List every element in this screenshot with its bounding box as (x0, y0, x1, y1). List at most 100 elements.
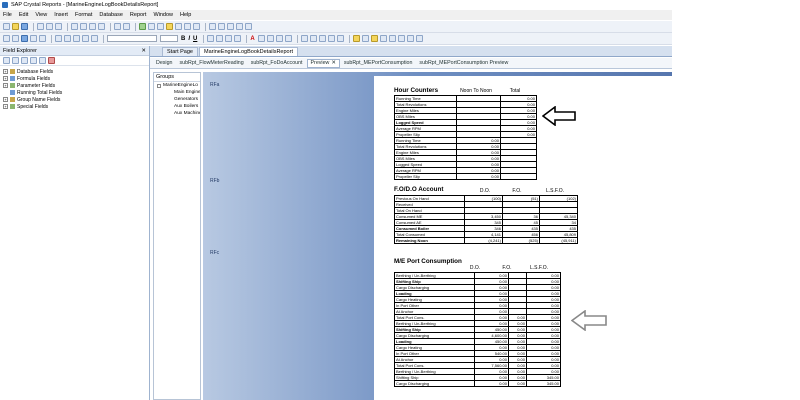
insert-summary-icon[interactable] (148, 23, 155, 30)
menu-format[interactable]: Format (75, 12, 92, 18)
next-page-icon[interactable] (73, 35, 80, 42)
browse-data-icon[interactable] (12, 57, 19, 64)
highlight-icon[interactable] (352, 35, 360, 42)
align-center-icon[interactable] (216, 35, 224, 42)
insert-box-icon[interactable] (193, 23, 200, 30)
copy-icon[interactable] (80, 23, 87, 30)
insert-chart-icon[interactable] (157, 23, 164, 30)
report-explorer-icon[interactable] (218, 23, 225, 30)
rename-field-icon[interactable] (39, 57, 46, 64)
delete-field-icon[interactable] (48, 57, 55, 64)
percent-icon[interactable] (318, 35, 326, 42)
insert-to-report-icon[interactable] (3, 57, 10, 64)
section-expert-icon[interactable] (397, 35, 405, 42)
tab-subreport-flow-meter[interactable]: subRpt_FlowMeterReading (177, 59, 247, 68)
menu-view[interactable]: View (35, 12, 47, 18)
increase-decimals-icon[interactable] (336, 35, 344, 42)
thousands-icon[interactable] (309, 35, 317, 42)
group-expert-icon[interactable] (379, 35, 387, 42)
select-icon[interactable] (3, 35, 10, 42)
menu-window[interactable]: Window (153, 12, 173, 18)
tree-item-special-fields[interactable]: + Special Fields (3, 103, 149, 110)
font-size-combo[interactable] (160, 35, 178, 42)
undo-icon[interactable] (114, 23, 121, 30)
toggle-tree-icon[interactable] (21, 35, 28, 42)
template-expert-icon[interactable] (406, 35, 414, 42)
collapse-icon[interactable] (157, 83, 161, 88)
last-page-icon[interactable] (82, 35, 89, 42)
currency-icon[interactable] (300, 35, 308, 42)
align-right-icon[interactable] (225, 35, 233, 42)
close-icon[interactable]: ✕ (331, 60, 335, 66)
tree-item-parameter-fields[interactable]: + Parameter Fields (3, 82, 149, 89)
sort-expert-icon[interactable] (370, 35, 378, 42)
previous-page-icon[interactable] (64, 35, 71, 42)
redo-icon[interactable] (123, 23, 130, 30)
formula-workshop-icon[interactable] (388, 35, 396, 42)
expand-icon[interactable]: + (3, 104, 8, 109)
group-tree-item[interactable]: Aux Machinery (154, 110, 200, 117)
save-icon[interactable] (21, 23, 28, 30)
align-left-icon[interactable] (207, 35, 215, 42)
expand-icon[interactable]: + (3, 69, 8, 74)
tab-report-document[interactable]: MarineEngineLogBookDetailsReport (199, 47, 298, 56)
suppress-icon[interactable] (284, 35, 292, 42)
border-icon[interactable] (257, 35, 265, 42)
insert-group-icon[interactable] (139, 23, 146, 30)
group-tree-item[interactable]: Main Engine (154, 89, 200, 96)
edit-field-icon[interactable] (30, 57, 37, 64)
menu-file[interactable]: File (3, 12, 12, 18)
refresh-icon[interactable] (12, 35, 19, 42)
tab-subreport-fodo-account[interactable]: subRpt_FoDoAccount (248, 59, 306, 68)
zoom-icon[interactable] (39, 35, 46, 42)
tab-start-page[interactable]: Start Page (162, 47, 198, 56)
bold-icon[interactable]: B (181, 36, 185, 42)
select-expert-icon[interactable] (361, 35, 369, 42)
tab-subreport-me-port-preview[interactable]: subRpt_MEPortConsumption Preview (416, 59, 511, 68)
close-icon[interactable]: ✕ (141, 48, 146, 54)
font-color-icon[interactable]: A (250, 36, 254, 42)
new-report-icon[interactable] (3, 23, 10, 30)
group-tree-item[interactable]: Aux Boilers (154, 103, 200, 110)
tree-item-running-total-fields[interactable]: Running Total Fields (3, 89, 149, 96)
decrease-decimals-icon[interactable] (327, 35, 335, 42)
format-painter-icon[interactable] (98, 23, 105, 30)
repository-explorer-icon[interactable] (227, 23, 234, 30)
menu-help[interactable]: Help (180, 12, 191, 18)
export-icon[interactable] (55, 23, 62, 30)
tab-design[interactable]: Design (153, 59, 176, 68)
tree-item-group-name-fields[interactable]: + Group Name Fields (3, 96, 149, 103)
stop-icon[interactable] (91, 35, 98, 42)
cut-icon[interactable] (71, 23, 78, 30)
tab-preview[interactable]: Preview ✕ (306, 58, 340, 68)
insert-text-object-icon[interactable] (175, 23, 182, 30)
open-folder-icon[interactable] (12, 23, 19, 30)
paste-icon[interactable] (89, 23, 96, 30)
insert-picture-icon[interactable] (166, 23, 173, 30)
expand-icon[interactable]: + (3, 83, 8, 88)
lock-size-icon[interactable] (275, 35, 283, 42)
tab-subreport-me-port[interactable]: subRpt_MEPortConsumption (341, 59, 416, 68)
tree-item-formula-fields[interactable]: + Formula Fields (3, 75, 149, 82)
justify-icon[interactable] (234, 35, 242, 42)
menu-edit[interactable]: Edit (19, 12, 28, 18)
dependency-checker-icon[interactable] (236, 23, 243, 30)
underline-icon[interactable]: U (193, 36, 197, 42)
group-tree-item[interactable]: Generators (154, 96, 200, 103)
toggle-field-view-icon[interactable] (30, 35, 37, 42)
tree-item-database-fields[interactable]: + Database Fields (3, 68, 149, 75)
menu-report[interactable]: Report (130, 12, 147, 18)
expand-icon[interactable]: + (3, 76, 8, 81)
menu-database[interactable]: Database (99, 12, 123, 18)
first-page-icon[interactable] (55, 35, 62, 42)
help-icon[interactable] (415, 35, 423, 42)
new-field-icon[interactable] (21, 57, 28, 64)
print-preview-icon[interactable] (46, 23, 53, 30)
lock-format-icon[interactable] (266, 35, 274, 42)
workbench-icon[interactable] (245, 23, 252, 30)
font-name-combo[interactable] (107, 35, 157, 42)
expand-icon[interactable]: + (3, 97, 8, 102)
italic-icon[interactable]: I (188, 36, 190, 42)
menu-insert[interactable]: Insert (54, 12, 68, 18)
insert-line-icon[interactable] (184, 23, 191, 30)
